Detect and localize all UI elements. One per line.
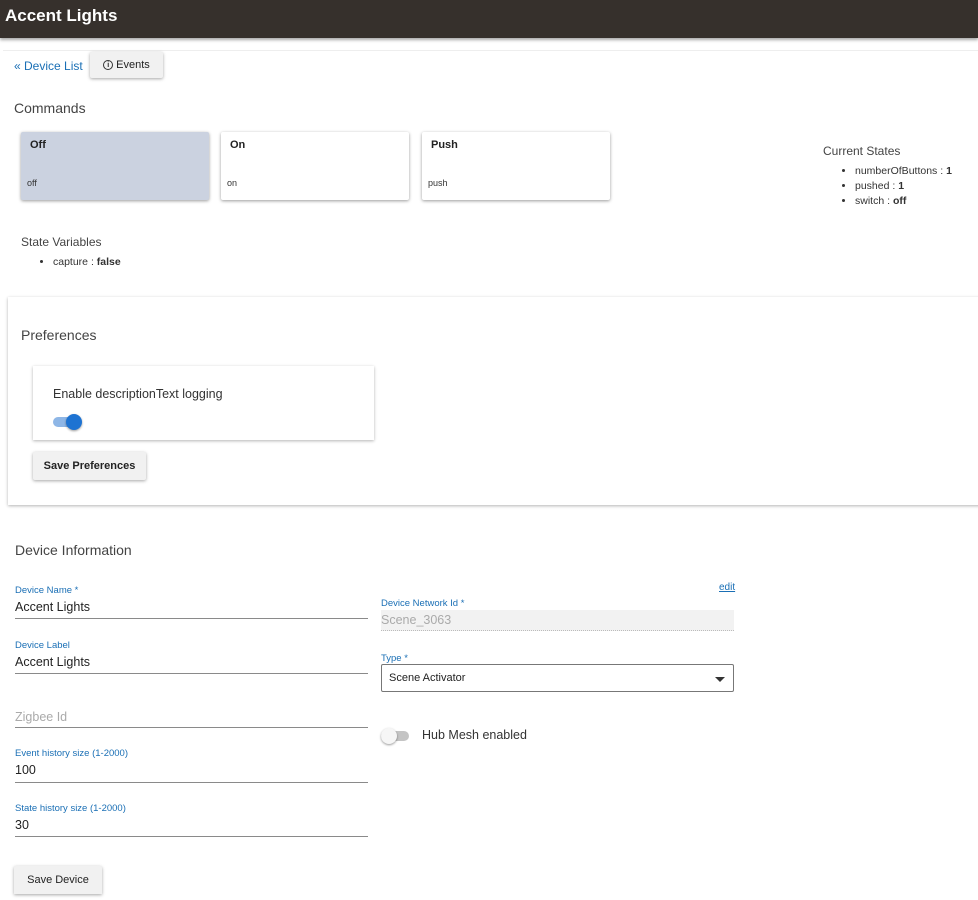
hub-mesh-toggle[interactable] — [381, 728, 411, 744]
current-states-title: Current States — [823, 144, 901, 158]
event-history-label: Event history size (1-2000) — [15, 748, 128, 759]
device-list-link[interactable]: « Device List — [14, 59, 83, 73]
device-name-field[interactable]: Accent Lights — [15, 600, 90, 614]
state-variables: State Variables capture : false — [21, 235, 121, 270]
state-variables-title: State Variables — [21, 235, 102, 249]
network-id-value: Scene_3063 — [381, 613, 452, 627]
state-history-label: State history size (1-2000) — [15, 803, 126, 814]
device-label-field[interactable]: Accent Lights — [15, 655, 90, 669]
command-push[interactable]: Push push — [422, 132, 610, 200]
commands-title: Commands — [14, 100, 86, 116]
state-item: pushed : 1 — [855, 179, 952, 194]
logging-label: Enable descriptionText logging — [53, 387, 223, 401]
hub-mesh-label: Hub Mesh enabled — [422, 728, 527, 742]
command-off[interactable]: Off off — [21, 132, 209, 200]
network-id-label: Device Network Id * — [381, 598, 465, 609]
state-variable-item: capture : false — [53, 255, 121, 270]
device-label-underline — [15, 673, 368, 674]
zigbee-id-underline — [15, 727, 368, 728]
events-button[interactable]: i Events — [90, 52, 163, 78]
command-sub: push — [428, 178, 448, 188]
current-states: Current States numberOfButtons : 1 pushe… — [823, 144, 952, 209]
event-history-underline — [15, 782, 368, 783]
caret-down-icon — [715, 677, 725, 682]
device-information-title: Device Information — [15, 542, 132, 558]
type-selected-value: Scene Activator — [389, 672, 466, 684]
command-label: Push — [431, 139, 458, 151]
logging-preference: Enable descriptionText logging — [33, 366, 374, 440]
command-sub: on — [227, 178, 238, 188]
device-name-label: Device Name * — [15, 585, 79, 596]
type-label: Type * — [381, 653, 408, 664]
command-label: On — [230, 139, 246, 151]
app-header: Accent Lights — [0, 0, 978, 38]
command-label: Off — [30, 139, 46, 151]
logging-toggle[interactable] — [53, 414, 83, 430]
preferences-title: Preferences — [21, 327, 97, 343]
state-history-field[interactable]: 30 — [15, 818, 29, 832]
edit-network-id-link[interactable]: edit — [719, 582, 735, 593]
zigbee-id-field[interactable]: Zigbee Id — [15, 710, 67, 724]
state-item: switch : off — [855, 194, 952, 209]
network-id-field: Scene_3063 — [381, 610, 734, 631]
state-history-underline — [15, 836, 368, 837]
event-history-field[interactable]: 100 — [15, 763, 36, 777]
save-preferences-button[interactable]: Save Preferences — [33, 452, 146, 480]
device-name-underline — [15, 618, 368, 619]
save-device-button[interactable]: Save Device — [14, 866, 102, 894]
events-button-label: Events — [116, 59, 150, 71]
command-sub: off — [27, 178, 37, 188]
current-states-list: numberOfButtons : 1 pushed : 1 switch : … — [823, 164, 952, 209]
state-variables-list: capture : false — [21, 255, 121, 270]
device-label-label: Device Label — [15, 640, 70, 651]
type-select[interactable]: Scene Activator — [381, 664, 734, 692]
command-on[interactable]: On on — [221, 132, 409, 200]
state-item: numberOfButtons : 1 — [855, 164, 952, 179]
page-title: Accent Lights — [5, 6, 118, 25]
info-circle-icon: i — [103, 60, 114, 70]
